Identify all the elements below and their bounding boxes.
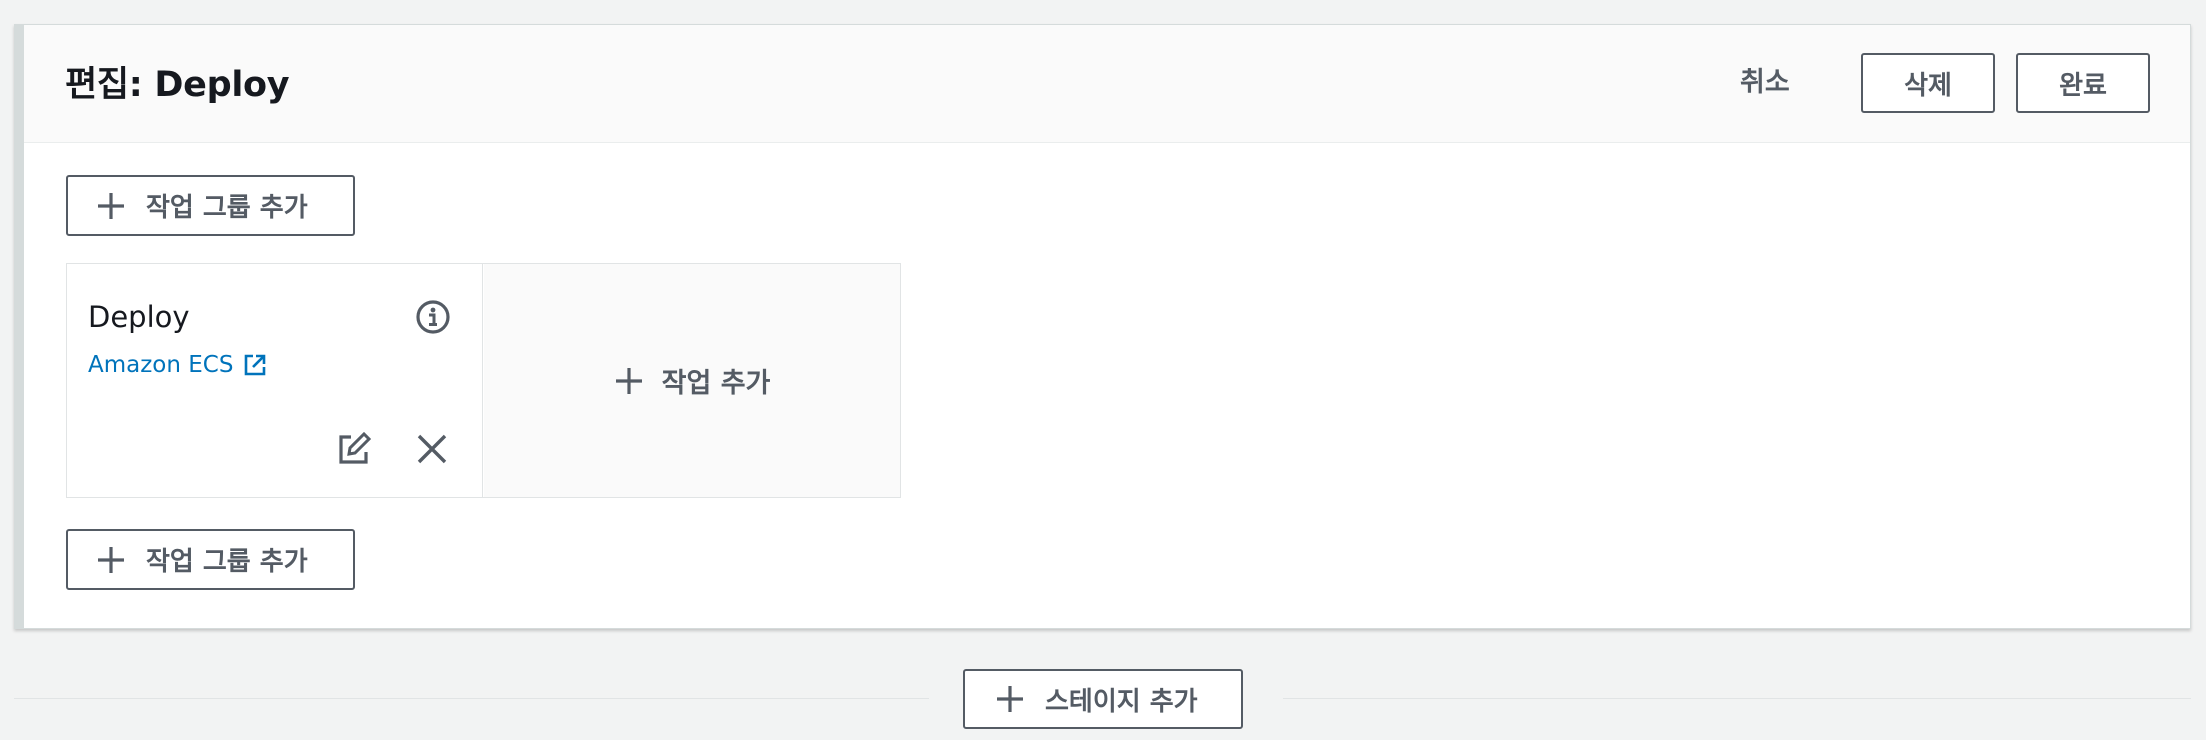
divider-left xyxy=(14,698,929,699)
provider-link[interactable]: Amazon ECS xyxy=(88,350,267,380)
add-stage-label: 스테이지 추가 xyxy=(1045,686,1198,717)
delete-button[interactable]: 삭제 xyxy=(1861,53,1995,113)
info-icon[interactable] xyxy=(415,299,451,335)
edit-icon[interactable] xyxy=(337,431,372,466)
provider-label: Amazon ECS xyxy=(88,352,234,378)
add-action-group-label: 작업 그룹 추가 xyxy=(146,547,308,577)
cancel-button[interactable]: 취소 xyxy=(1740,63,1790,103)
add-action-group-label: 작업 그룹 추가 xyxy=(146,193,308,223)
close-icon[interactable] xyxy=(415,432,449,466)
stage-edit-panel: 편집: Deploy 취소 삭제 완료 작업 그룹 추가 Deploy Amaz… xyxy=(14,24,2191,629)
stage-title: 편집: Deploy xyxy=(65,65,290,105)
add-stage-button[interactable]: 스테이지 추가 xyxy=(963,669,1243,729)
action-card: Deploy Amazon ECS xyxy=(67,264,483,497)
plus-icon xyxy=(614,366,644,396)
plus-icon xyxy=(995,684,1025,714)
add-action-button[interactable]: 작업 추가 xyxy=(484,264,900,497)
external-link-icon xyxy=(243,353,267,377)
add-action-group-button-bottom[interactable]: 작업 그룹 추가 xyxy=(66,529,355,590)
stage-header: 편집: Deploy 취소 삭제 완료 xyxy=(24,25,2190,143)
add-action-inner: 작업 추가 xyxy=(614,361,771,400)
add-action-group-button-top[interactable]: 작업 그룹 추가 xyxy=(66,175,355,236)
add-action-label: 작업 추가 xyxy=(661,368,771,399)
done-button[interactable]: 완료 xyxy=(2016,53,2150,113)
action-name: Deploy xyxy=(88,300,190,334)
divider-right xyxy=(1283,698,2191,699)
plus-icon xyxy=(96,191,126,221)
action-group: Deploy Amazon ECS 작업 추가 xyxy=(66,263,901,498)
plus-icon xyxy=(96,545,126,575)
